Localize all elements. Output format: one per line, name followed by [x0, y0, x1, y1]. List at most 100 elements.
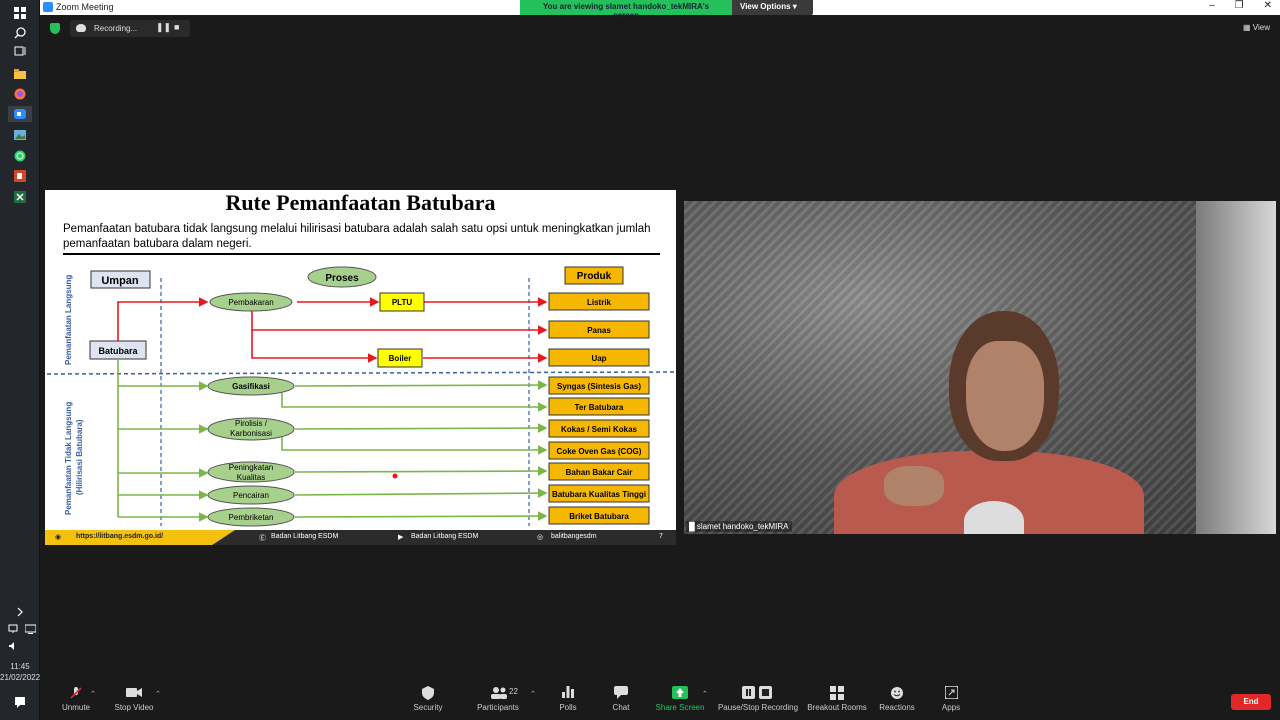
task-view-icon[interactable]	[12, 43, 28, 59]
screen-share-banner: You are viewing slamet handoko_tekMIRA's…	[520, 0, 813, 20]
label-peningkatan-2: Kualitas	[237, 473, 265, 482]
label-coke-oven: Coke Oven Gas (COG)	[557, 447, 642, 456]
network-icon[interactable]	[5, 621, 21, 637]
share-message: You are viewing slamet handoko_tekMIRA's…	[520, 0, 732, 20]
zoom-taskbar-icon[interactable]	[8, 106, 32, 122]
view-grid-icon: ▦	[1243, 23, 1253, 32]
breakout-rooms-icon	[829, 686, 845, 700]
shared-slide: Rute Pemanfaatan Batubara Pemanfaatan ba…	[45, 190, 676, 545]
meeting-toolbar: Unmute ⌃ Stop Video ⌃ Security Participa…	[40, 682, 1280, 720]
view-options-button[interactable]: View Options ▾	[732, 0, 813, 15]
photos-icon[interactable]	[12, 127, 28, 143]
whatsapp-icon[interactable]	[12, 148, 28, 164]
firefox-icon[interactable]	[12, 86, 28, 102]
share-screen-label: Share Screen	[655, 703, 705, 712]
participant-name: █ slamet handoko_tekMIRA	[686, 521, 792, 532]
youtube-icon: ▶	[398, 534, 404, 541]
pause-stop-recording-button[interactable]: Pause/Stop Recording	[716, 686, 800, 712]
chat-button[interactable]: Chat	[603, 686, 639, 712]
share-screen-button[interactable]: Share Screen	[652, 686, 708, 712]
participants-label: Participants	[477, 703, 519, 712]
label-syngas: Syngas (Sintesis Gas)	[557, 382, 641, 391]
instagram-icon: ◎	[537, 534, 544, 541]
share-options-caret[interactable]: ⌃	[702, 690, 708, 698]
indirect-arrows	[117, 359, 548, 522]
breakout-rooms-button[interactable]: Breakout Rooms	[806, 686, 868, 712]
reactions-label: Reactions	[879, 703, 915, 712]
footer-url: https://litbang.esdm.go.id/	[76, 533, 164, 540]
proses-header: Proses	[325, 273, 359, 284]
person-hand	[884, 466, 944, 506]
esdm-logo-icon: ◉	[55, 534, 62, 541]
produk-header: Produk	[577, 271, 612, 282]
label-briket: Briket Batubara	[569, 512, 629, 521]
direct-utilization-label: Pemanfaatan Langsung	[64, 275, 73, 365]
footer-instagram: balitbangesdm	[551, 533, 597, 540]
windows-start-icon[interactable]	[12, 5, 28, 21]
label-kokas: Kokas / Semi Kokas	[561, 425, 638, 434]
close-icon[interactable]: ✕	[1264, 0, 1272, 11]
person-face	[966, 341, 1044, 451]
cloud-recording-icon	[76, 24, 86, 32]
facebook-icon: Ⓔ	[259, 535, 266, 542]
downstreaming-label: (Hilirisasi Batubara)	[75, 419, 84, 495]
label-listrik: Listrik	[587, 298, 612, 307]
participant-video[interactable]: █ slamet handoko_tekMIRA	[684, 201, 1276, 534]
stop-recording-icon[interactable]: ■	[174, 22, 179, 32]
pltu-label: PLTU	[392, 298, 413, 307]
view-button[interactable]: ▦ View	[1243, 23, 1270, 32]
chat-label: Chat	[612, 703, 630, 712]
label-peningkatan-1: Peningkatan	[229, 463, 273, 472]
notifications-icon[interactable]	[12, 694, 28, 710]
clock-time: 11:45	[10, 662, 30, 671]
video-wall-light	[1196, 201, 1276, 534]
polls-button[interactable]: Polls	[549, 686, 587, 712]
end-meeting-button[interactable]: End	[1231, 694, 1271, 710]
batubara-label: Batubara	[98, 346, 138, 356]
encryption-shield-icon[interactable]	[50, 23, 60, 34]
security-button[interactable]: Security	[407, 686, 449, 712]
section-divider	[46, 371, 676, 375]
label-pirolisis-2: Karbonisasi	[230, 429, 272, 438]
label-pirolisis-1: Pirolisis /	[235, 419, 268, 428]
label-bahan-bakar: Bahan Bakar Cair	[566, 468, 633, 477]
file-explorer-icon[interactable]	[12, 66, 28, 82]
apps-icon	[943, 685, 959, 700]
view-options-label: View Options	[740, 2, 791, 11]
app-title: Zoom Meeting	[56, 2, 114, 12]
minimize-icon[interactable]: –	[1209, 0, 1215, 11]
participants-count: 22	[509, 687, 518, 696]
audio-options-caret[interactable]: ⌃	[90, 690, 96, 698]
security-shield-icon	[420, 686, 436, 700]
recording-label: Recording...	[94, 24, 138, 33]
apps-button[interactable]: Apps	[936, 685, 966, 712]
restore-icon[interactable]: ❐	[1235, 0, 1244, 11]
search-icon[interactable]	[12, 25, 28, 41]
view-label: View	[1252, 23, 1270, 32]
label-uap: Uap	[591, 354, 606, 363]
participants-caret[interactable]: ⌃	[530, 690, 536, 698]
excel-icon[interactable]	[12, 189, 28, 205]
chevron-right-icon[interactable]	[12, 604, 28, 620]
label-pembakaran: Pembakaran	[228, 298, 273, 307]
muted-microphone-icon	[68, 686, 84, 700]
label-kualitas-tinggi: Batubara Kualitas Tinggi	[552, 490, 646, 499]
zoom-logo-icon	[43, 2, 53, 12]
powerpoint-icon[interactable]	[12, 168, 28, 184]
slide-page-number: 7	[659, 533, 663, 540]
video-options-caret[interactable]: ⌃	[155, 690, 161, 698]
umpan-header: Umpan	[101, 275, 139, 287]
pause-recording-icon[interactable]: ❚❚	[156, 22, 171, 33]
direct-arrows	[117, 297, 548, 363]
footer-youtube: Badan Litbang ESDM	[411, 533, 479, 540]
taskbar-clock[interactable]: 11:45 21/02/2022	[0, 661, 40, 683]
display-icon[interactable]	[22, 621, 38, 637]
breakout-rooms-label: Breakout Rooms	[807, 703, 867, 712]
reactions-button[interactable]: Reactions	[877, 686, 917, 712]
polls-label: Polls	[559, 703, 577, 712]
label-pembriketan: Pembriketan	[229, 513, 274, 522]
stop-video-button[interactable]: Stop Video	[112, 686, 156, 712]
participant-name-label: slamet handoko_tekMIRA	[696, 522, 789, 531]
volume-icon[interactable]	[5, 638, 21, 654]
polls-icon	[560, 686, 576, 700]
